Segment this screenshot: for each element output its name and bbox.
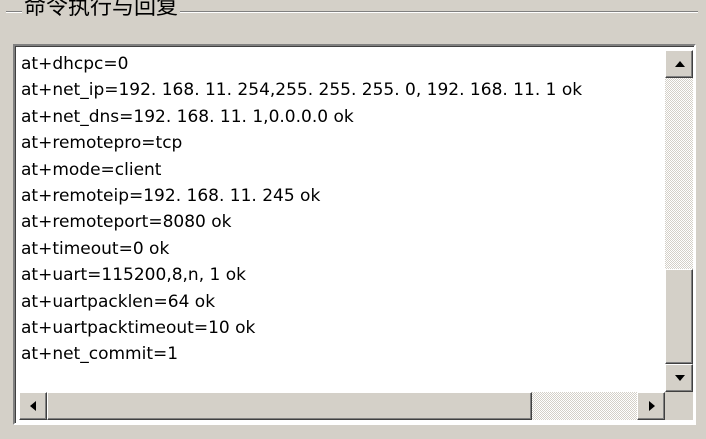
log-line: at+remotepro=tcp xyxy=(21,133,183,154)
arrow-up-icon xyxy=(675,61,685,67)
log-line: at+uart=115200,8,n, 1 ok xyxy=(21,265,246,286)
scroll-right-button[interactable] xyxy=(637,392,665,420)
horizontal-scroll-thumb[interactable] xyxy=(47,392,532,420)
arrow-down-icon xyxy=(675,375,685,381)
response-log-textbox[interactable]: at+dhcpc=0 at+net_ip=192. 168. 11. 254,2… xyxy=(13,44,696,425)
groupbox-title: 命令执行与回复 xyxy=(22,0,181,22)
arrow-left-icon xyxy=(30,401,36,411)
log-line: at+net_ip=192. 168. 11. 254,255. 255. 25… xyxy=(21,80,583,101)
log-line: at+mode=client xyxy=(21,159,162,180)
scroll-left-button[interactable] xyxy=(19,392,47,420)
log-line: at+timeout=0 ok xyxy=(21,238,170,259)
vertical-scroll-thumb[interactable] xyxy=(665,269,693,364)
scrollbar-corner xyxy=(665,392,693,420)
textbox-inner-border: at+dhcpc=0 at+net_ip=192. 168. 11. 254,2… xyxy=(15,46,694,423)
log-line: at+remoteip=192. 168. 11. 245 ok xyxy=(21,186,321,207)
log-line: at+uartpacktimeout=10 ok xyxy=(21,318,256,339)
log-line: at+net_commit=1 xyxy=(21,344,179,365)
log-line: at+dhcpc=0 xyxy=(21,54,129,74)
horizontal-scrollbar[interactable] xyxy=(19,392,665,420)
log-line: at+net_dns=192. 168. 11. 1,0.0.0.0 ok xyxy=(21,106,354,127)
arrow-right-icon xyxy=(649,401,655,411)
scroll-down-button[interactable] xyxy=(665,364,693,392)
log-line: at+uartpacklen=64 ok xyxy=(21,291,216,312)
scroll-up-button[interactable] xyxy=(665,50,693,78)
log-line: at+remoteport=8080 ok xyxy=(21,212,232,233)
log-text-area[interactable]: at+dhcpc=0 at+net_ip=192. 168. 11. 254,2… xyxy=(21,51,661,389)
vertical-scrollbar[interactable] xyxy=(665,50,693,392)
